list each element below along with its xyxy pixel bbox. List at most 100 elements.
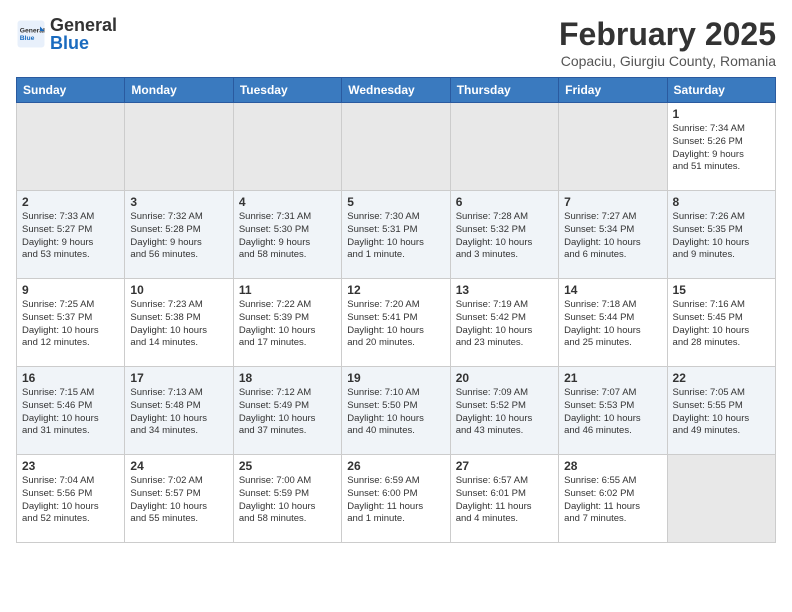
- day-number: 7: [564, 195, 661, 209]
- day-number: 22: [673, 371, 770, 385]
- calendar-cell: [233, 103, 341, 191]
- day-number: 8: [673, 195, 770, 209]
- calendar-cell: [125, 103, 233, 191]
- calendar-cell: 6Sunrise: 7:28 AM Sunset: 5:32 PM Daylig…: [450, 191, 558, 279]
- calendar-cell: 8 Sunrise: 7:26 AM Sunset: 5:35 PM Daylig…: [667, 191, 775, 279]
- location-subtitle: Copaciu, Giurgiu County, Romania: [559, 53, 776, 69]
- weekday-header-wednesday: Wednesday: [342, 78, 450, 103]
- calendar-cell: [342, 103, 450, 191]
- calendar-cell: 23 Sunrise: 7:04 AM Sunset: 5:56 PM Dayli…: [17, 455, 125, 543]
- day-number: 26: [347, 459, 444, 473]
- calendar-cell: 26 Sunrise: 6:59 AM Sunset: 6:00 PM Dayli…: [342, 455, 450, 543]
- day-info: Sunrise: 7:34 AM Sunset: 5:26 PM Dayligh…: [673, 123, 770, 174]
- month-year-title: February 2025: [559, 16, 776, 53]
- calendar-cell: 17 Sunrise: 7:13 AM Sunset: 5:48 PM Dayli…: [125, 367, 233, 455]
- day-number: 2: [22, 195, 119, 209]
- calendar-header: SundayMondayTuesdayWednesdayThursdayFrid…: [17, 78, 776, 103]
- day-number: 5: [347, 195, 444, 209]
- calendar-cell: 22 Sunrise: 7:05 AM Sunset: 5:55 PM Dayli…: [667, 367, 775, 455]
- day-info: Sunrise: 7:18 AM Sunset: 5:44 PM Dayligh…: [564, 299, 661, 350]
- day-number: 20: [456, 371, 553, 385]
- day-info: Sunrise: 7:25 AM Sunset: 5:37 PM Dayligh…: [22, 299, 119, 350]
- day-info: Sunrise: 7:02 AM Sunset: 5:57 PM Dayligh…: [130, 475, 227, 526]
- day-info: Sunrise: 7:27 AM Sunset: 5:34 PM Dayligh…: [564, 211, 661, 262]
- calendar-cell: 10 Sunrise: 7:23 AM Sunset: 5:38 PM Dayli…: [125, 279, 233, 367]
- day-info: Sunrise: 7:22 AM Sunset: 5:39 PM Dayligh…: [239, 299, 336, 350]
- day-info: Sunrise: 7:23 AM Sunset: 5:38 PM Dayligh…: [130, 299, 227, 350]
- day-number: 28: [564, 459, 661, 473]
- day-number: 27: [456, 459, 553, 473]
- calendar-cell: 5 Sunrise: 7:30 AM Sunset: 5:31 PM Daylig…: [342, 191, 450, 279]
- calendar-cell: 7 Sunrise: 7:27 AM Sunset: 5:34 PM Daylig…: [559, 191, 667, 279]
- calendar-week-5: 23 Sunrise: 7:04 AM Sunset: 5:56 PM Dayli…: [17, 455, 776, 543]
- day-info: Sunrise: 7:32 AM Sunset: 5:28 PM Dayligh…: [130, 211, 227, 262]
- calendar-cell: 19 Sunrise: 7:10 AM Sunset: 5:50 PM Dayli…: [342, 367, 450, 455]
- calendar-cell: [667, 455, 775, 543]
- calendar-cell: 27 Sunrise: 6:57 AM Sunset: 6:01 PM Dayli…: [450, 455, 558, 543]
- day-number: 16: [22, 371, 119, 385]
- calendar-cell: 18Sunrise: 7:12 AM Sunset: 5:49 PM Dayli…: [233, 367, 341, 455]
- calendar-week-4: 16 Sunrise: 7:15 AM Sunset: 5:46 PM Dayli…: [17, 367, 776, 455]
- day-number: 12: [347, 283, 444, 297]
- calendar-cell: 15 Sunrise: 7:16 AM Sunset: 5:45 PM Dayli…: [667, 279, 775, 367]
- day-number: 23: [22, 459, 119, 473]
- day-info: Sunrise: 7:16 AM Sunset: 5:45 PM Dayligh…: [673, 299, 770, 350]
- day-number: 11: [239, 283, 336, 297]
- day-info: Sunrise: 7:00 AM Sunset: 5:59 PM Dayligh…: [239, 475, 336, 526]
- day-info: Sunrise: 7:13 AM Sunset: 5:48 PM Dayligh…: [130, 387, 227, 438]
- day-number: 17: [130, 371, 227, 385]
- day-number: 1: [673, 107, 770, 121]
- calendar-body: 1 Sunrise: 7:34 AM Sunset: 5:26 PM Daylig…: [17, 103, 776, 543]
- calendar-cell: 21Sunrise: 7:07 AM Sunset: 5:53 PM Dayli…: [559, 367, 667, 455]
- weekday-header-monday: Monday: [125, 78, 233, 103]
- calendar-week-3: 9 Sunrise: 7:25 AM Sunset: 5:37 PM Daylig…: [17, 279, 776, 367]
- calendar-week-2: 2 Sunrise: 7:33 AM Sunset: 5:27 PM Daylig…: [17, 191, 776, 279]
- day-info: Sunrise: 7:31 AM Sunset: 5:30 PM Dayligh…: [239, 211, 336, 262]
- day-number: 4: [239, 195, 336, 209]
- day-number: 19: [347, 371, 444, 385]
- day-number: 10: [130, 283, 227, 297]
- day-number: 14: [564, 283, 661, 297]
- day-number: 25: [239, 459, 336, 473]
- weekday-header-saturday: Saturday: [667, 78, 775, 103]
- logo-general-text: General: [50, 16, 117, 34]
- calendar-cell: [450, 103, 558, 191]
- calendar-table: SundayMondayTuesdayWednesdayThursdayFrid…: [16, 77, 776, 543]
- page-header: General Blue General Blue February 2025 …: [16, 16, 776, 69]
- day-info: Sunrise: 7:15 AM Sunset: 5:46 PM Dayligh…: [22, 387, 119, 438]
- weekday-row: SundayMondayTuesdayWednesdayThursdayFrid…: [17, 78, 776, 103]
- day-info: Sunrise: 7:04 AM Sunset: 5:56 PM Dayligh…: [22, 475, 119, 526]
- calendar-cell: 28 Sunrise: 6:55 AM Sunset: 6:02 PM Dayli…: [559, 455, 667, 543]
- weekday-header-thursday: Thursday: [450, 78, 558, 103]
- day-info: Sunrise: 7:10 AM Sunset: 5:50 PM Dayligh…: [347, 387, 444, 438]
- day-info: Sunrise: 7:28 AM Sunset: 5:32 PM Dayligh…: [456, 211, 553, 262]
- day-info: Sunrise: 7:05 AM Sunset: 5:55 PM Dayligh…: [673, 387, 770, 438]
- calendar-cell: 11 Sunrise: 7:22 AM Sunset: 5:39 PM Dayli…: [233, 279, 341, 367]
- day-number: 21: [564, 371, 661, 385]
- calendar-cell: 20 Sunrise: 7:09 AM Sunset: 5:52 PM Dayli…: [450, 367, 558, 455]
- day-info: Sunrise: 6:59 AM Sunset: 6:00 PM Dayligh…: [347, 475, 444, 526]
- calendar-cell: 13 Sunrise: 7:19 AM Sunset: 5:42 PM Dayli…: [450, 279, 558, 367]
- day-number: 9: [22, 283, 119, 297]
- calendar-cell: 2 Sunrise: 7:33 AM Sunset: 5:27 PM Daylig…: [17, 191, 125, 279]
- day-info: Sunrise: 7:26 AM Sunset: 5:35 PM Dayligh…: [673, 211, 770, 262]
- day-info: Sunrise: 7:33 AM Sunset: 5:27 PM Dayligh…: [22, 211, 119, 262]
- day-number: 13: [456, 283, 553, 297]
- day-info: Sunrise: 6:55 AM Sunset: 6:02 PM Dayligh…: [564, 475, 661, 526]
- day-info: Sunrise: 7:19 AM Sunset: 5:42 PM Dayligh…: [456, 299, 553, 350]
- day-number: 24: [130, 459, 227, 473]
- day-number: 3: [130, 195, 227, 209]
- day-info: Sunrise: 7:30 AM Sunset: 5:31 PM Dayligh…: [347, 211, 444, 262]
- day-info: Sunrise: 6:57 AM Sunset: 6:01 PM Dayligh…: [456, 475, 553, 526]
- calendar-cell: 25 Sunrise: 7:00 AM Sunset: 5:59 PM Dayli…: [233, 455, 341, 543]
- day-info: Sunrise: 7:09 AM Sunset: 5:52 PM Dayligh…: [456, 387, 553, 438]
- day-number: 15: [673, 283, 770, 297]
- calendar-cell: 9 Sunrise: 7:25 AM Sunset: 5:37 PM Daylig…: [17, 279, 125, 367]
- calendar-cell: [17, 103, 125, 191]
- weekday-header-tuesday: Tuesday: [233, 78, 341, 103]
- calendar-cell: 1 Sunrise: 7:34 AM Sunset: 5:26 PM Daylig…: [667, 103, 775, 191]
- calendar-cell: [559, 103, 667, 191]
- day-info: Sunrise: 7:20 AM Sunset: 5:41 PM Dayligh…: [347, 299, 444, 350]
- calendar-cell: 12 Sunrise: 7:20 AM Sunset: 5:41 PM Dayli…: [342, 279, 450, 367]
- svg-text:Blue: Blue: [20, 35, 35, 42]
